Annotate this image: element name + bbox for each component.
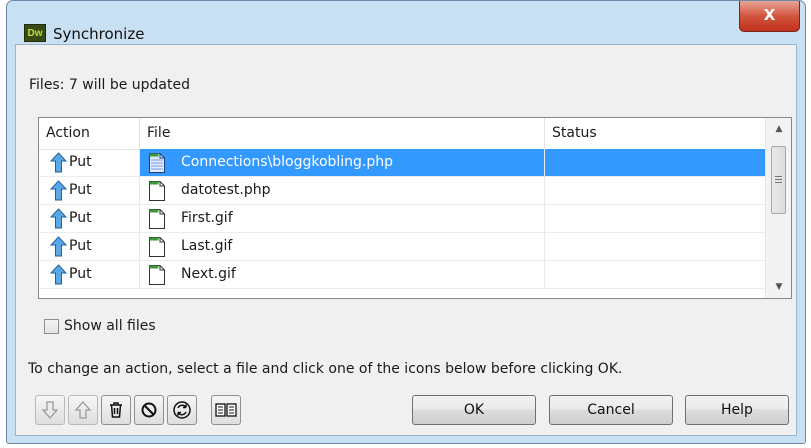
put-arrow-icon <box>49 264 68 285</box>
synchronized-button[interactable] <box>167 395 197 425</box>
help-button[interactable]: Help <box>685 395 789 425</box>
put-icon <box>75 401 91 419</box>
cancel-button[interactable]: Cancel <box>549 395 673 425</box>
status-cell[interactable] <box>545 205 765 233</box>
file-icon <box>148 208 166 230</box>
file-name: First.gif <box>181 210 233 226</box>
file-name: Next.gif <box>181 266 236 282</box>
ok-button[interactable]: OK <box>412 395 536 425</box>
compare-button[interactable] <box>211 395 241 425</box>
file-icon <box>148 264 166 286</box>
file-cell[interactable]: Last.gif <box>140 233 545 261</box>
delete-button[interactable] <box>101 395 131 425</box>
status-cell[interactable] <box>545 233 765 261</box>
column-header-action[interactable]: Action <box>39 118 140 149</box>
scroll-down-arrow-icon[interactable]: ▼ <box>766 276 791 298</box>
file-icon <box>148 236 166 258</box>
file-name: Connections\bloggkobling.php <box>181 154 394 170</box>
action-cell[interactable]: Put <box>39 149 140 177</box>
action-label: Put <box>69 238 92 254</box>
dialog-title: Synchronize <box>53 25 145 43</box>
file-name: datotest.php <box>181 182 271 198</box>
file-row[interactable]: Put datotest.php <box>39 177 765 205</box>
action-label: Put <box>69 182 92 198</box>
file-name: Last.gif <box>181 238 233 254</box>
file-cell[interactable]: datotest.php <box>140 177 545 205</box>
synchronized-icon <box>172 400 192 420</box>
list-header: Action File Status <box>39 118 765 150</box>
dreamweaver-app-icon: Dw <box>24 24 46 42</box>
action-cell[interactable]: Put <box>39 233 140 261</box>
column-header-status[interactable]: Status <box>545 118 765 149</box>
file-icon <box>148 180 166 202</box>
action-label: Put <box>69 210 92 226</box>
put-arrow-icon <box>49 152 68 173</box>
file-cell[interactable]: Connections\bloggkobling.php <box>140 149 545 177</box>
put-arrow-icon <box>49 180 68 201</box>
action-label: Put <box>69 266 92 282</box>
delete-icon <box>108 401 124 419</box>
vertical-scrollbar[interactable]: ▲ ▼ <box>765 118 791 298</box>
status-cell[interactable] <box>545 177 765 205</box>
action-label: Put <box>69 154 92 170</box>
status-cell[interactable] <box>545 261 765 289</box>
file-cell[interactable]: First.gif <box>140 205 545 233</box>
put-arrow-icon <box>49 208 68 229</box>
column-header-file[interactable]: File <box>140 118 545 149</box>
ignore-button[interactable] <box>134 395 164 425</box>
action-cell[interactable]: Put <box>39 261 140 289</box>
scroll-up-arrow-icon[interactable]: ▲ <box>766 118 791 140</box>
get-button[interactable] <box>35 395 65 425</box>
file-list[interactable]: Action File Status Put Connections\bloggk… <box>38 117 792 299</box>
title-bar[interactable]: Dw Synchronize X <box>7 1 805 43</box>
file-row[interactable]: Put Last.gif <box>39 233 765 261</box>
synchronize-dialog: Dw Synchronize X Files: 7 will be update… <box>6 0 806 444</box>
files-summary: Files: 7 will be updated <box>29 77 190 93</box>
file-row[interactable]: Put Connections\bloggkobling.php <box>39 149 765 177</box>
instruction-text: To change an action, select a file and c… <box>28 361 623 377</box>
ignore-icon <box>140 401 158 419</box>
action-cell[interactable]: Put <box>39 177 140 205</box>
file-icon <box>148 152 166 174</box>
put-arrow-icon <box>49 236 68 257</box>
scroll-thumb[interactable] <box>771 146 786 214</box>
dialog-body: Files: 7 will be updated Action File Sta… <box>15 44 797 436</box>
show-all-files-label[interactable]: Show all files <box>64 318 156 334</box>
file-row[interactable]: Put Next.gif <box>39 261 765 289</box>
action-cell[interactable]: Put <box>39 205 140 233</box>
close-button[interactable]: X <box>739 1 800 32</box>
status-cell[interactable] <box>545 149 765 177</box>
get-icon <box>42 401 58 419</box>
compare-icon <box>215 402 237 418</box>
file-cell[interactable]: Next.gif <box>140 261 545 289</box>
file-row[interactable]: Put First.gif <box>39 205 765 233</box>
show-all-files-checkbox[interactable] <box>44 319 59 334</box>
put-button[interactable] <box>68 395 98 425</box>
